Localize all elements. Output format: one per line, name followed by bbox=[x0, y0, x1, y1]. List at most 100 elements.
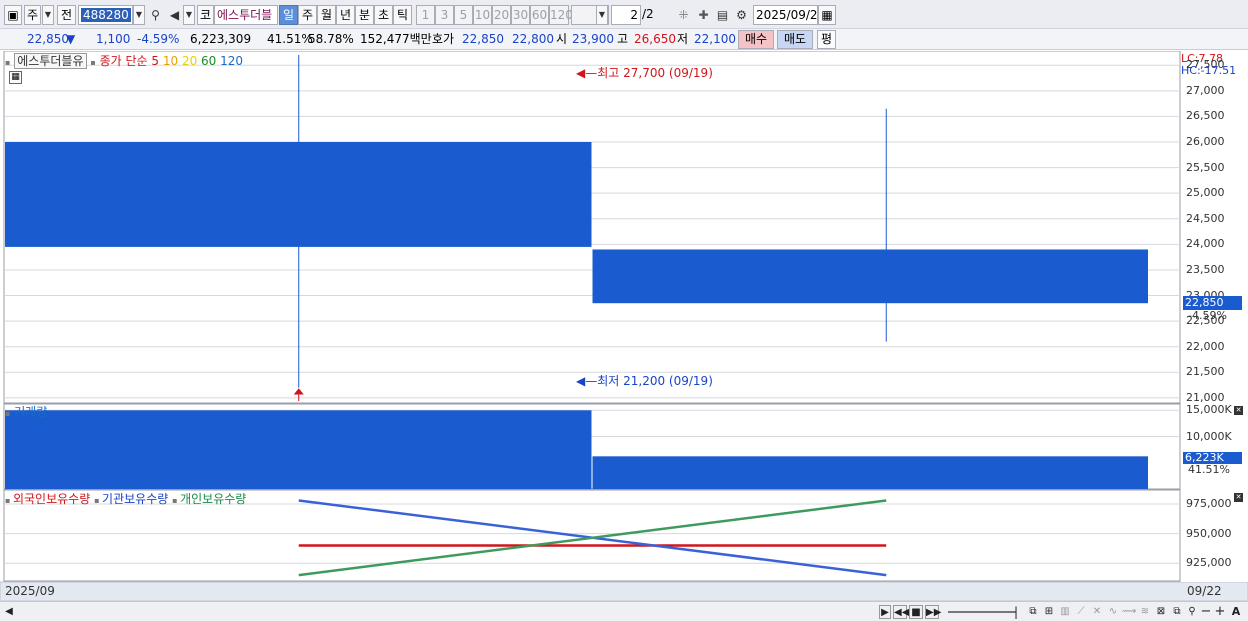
price-stock-label[interactable]: 에스투더블유 bbox=[14, 53, 87, 69]
panel-close-icon[interactable]: ✕ bbox=[1234, 493, 1243, 502]
window-menu-icon[interactable]: ▣ bbox=[4, 5, 22, 25]
market-dropdown-icon[interactable]: ▼ bbox=[42, 5, 54, 25]
period-button-4[interactable]: 분 bbox=[355, 5, 374, 25]
scroll-left-icon[interactable]: ◀ bbox=[4, 605, 14, 619]
chart-scrollbar[interactable]: ◀ ▶ ◀◀ ■ ▶▶ | ⧉ ⊞ ▥ ⟋ ✕ ∿ ⟿ ≋ ⊠ ⧉ ⚲ − + … bbox=[0, 601, 1248, 621]
price-tick-label: 22,000 bbox=[1186, 339, 1225, 353]
price-change: 1,100 bbox=[96, 32, 131, 46]
price-tick-label: 21,000 bbox=[1186, 390, 1225, 404]
chart-canvas[interactable] bbox=[0, 51, 1248, 601]
save-icon[interactable]: ▤ bbox=[714, 5, 731, 25]
text-tool-icon[interactable]: A bbox=[1230, 605, 1242, 619]
price-tick-label: 24,500 bbox=[1186, 211, 1225, 225]
interval-button-5[interactable]: 5 bbox=[454, 5, 473, 25]
speaker-icon[interactable]: ◀ bbox=[166, 5, 183, 25]
evaluate-button[interactable]: 평 bbox=[817, 30, 836, 49]
stop-icon[interactable]: ■ bbox=[909, 605, 923, 619]
panel-marker-icon: ▪ bbox=[5, 496, 13, 505]
ma-period-120[interactable]: 120 bbox=[220, 54, 243, 68]
left-arrow-icon: ◀— bbox=[576, 66, 598, 80]
open-label: 시 bbox=[556, 32, 568, 46]
code-dropdown-icon[interactable]: ▼ bbox=[133, 5, 145, 25]
settings-gear-icon[interactable]: ⚙ bbox=[733, 5, 750, 25]
layout-icon[interactable]: ⊞ bbox=[1042, 605, 1056, 619]
period-button-6[interactable]: 틱 bbox=[393, 5, 412, 25]
zoom-slider-handle[interactable]: | bbox=[1012, 605, 1020, 619]
price-tick-label: 25,000 bbox=[1186, 186, 1225, 200]
interval-button-3[interactable]: 3 bbox=[435, 5, 454, 25]
sell-button[interactable]: 매도 bbox=[777, 30, 813, 49]
lock-icon[interactable]: ⊠ bbox=[1154, 605, 1168, 619]
interval-button-20[interactable]: 20 bbox=[492, 5, 511, 25]
zoom-in-icon[interactable]: ✚ bbox=[695, 5, 712, 25]
interval-button-60[interactable]: 60 bbox=[530, 5, 549, 25]
rewind-icon[interactable]: ◀◀ bbox=[893, 605, 909, 619]
current-price: 22,850 bbox=[27, 32, 69, 46]
ma-period-60[interactable]: 60 bbox=[201, 54, 220, 68]
ma-period-20[interactable]: 20 bbox=[182, 54, 201, 68]
prev-code-button[interactable]: 전 bbox=[57, 5, 76, 25]
holdings-legend-item[interactable]: 개인보유수량 bbox=[180, 492, 246, 506]
date-input[interactable]: 2025/09/22 bbox=[753, 5, 825, 25]
max-price-annotation: ◀—최고 27,700 (09/19) bbox=[576, 66, 713, 80]
max-price-label: 최고 27,700 (09/19) bbox=[597, 66, 713, 80]
ma-label[interactable]: 종가 단순 bbox=[100, 54, 148, 68]
wave-icon[interactable]: ∿ bbox=[1106, 605, 1120, 619]
interval-button-10[interactable]: 10 bbox=[473, 5, 492, 25]
ma-period-10[interactable]: 10 bbox=[163, 54, 182, 68]
main-toolbar: ▣ 주 ▼ 전 488280 ▼ ⚲ ◀ ▼ 코 에스투더블 일주월년분초틱 1… bbox=[0, 0, 1248, 29]
trade-amount: 152,477백만 bbox=[360, 32, 432, 46]
period-button-2[interactable]: 월 bbox=[317, 5, 336, 25]
interval-button-30[interactable]: 30 bbox=[511, 5, 530, 25]
chart-area[interactable]: ▪ 에스투더블유 ▪ 종가 단순 5 10 20 60 120 ▦ ◀—최고 2… bbox=[0, 51, 1248, 601]
stock-code-input[interactable]: 488280 bbox=[78, 5, 133, 25]
panel-marker-icon: ▪ bbox=[94, 496, 103, 505]
ma-period-5[interactable]: 5 bbox=[151, 54, 162, 68]
panel-marker-icon: ▪ bbox=[5, 58, 11, 67]
crosshair-icon[interactable]: ⁜ bbox=[675, 5, 692, 25]
fan-icon[interactable]: ≋ bbox=[1138, 605, 1152, 619]
buy-button[interactable]: 매수 bbox=[738, 30, 774, 49]
magnifier-icon[interactable]: ⚲ bbox=[1186, 605, 1198, 619]
price-tick-label: 24,000 bbox=[1186, 237, 1225, 251]
bid-price: 22,800 bbox=[512, 32, 554, 46]
ask-price: 22,850 bbox=[462, 32, 504, 46]
holdings-tick-label: 975,000 bbox=[1186, 497, 1232, 511]
page-input[interactable]: 2 bbox=[611, 5, 641, 25]
fast-forward-icon[interactable]: ▶▶ bbox=[925, 605, 941, 619]
market-type-badge[interactable]: 코 bbox=[197, 5, 214, 25]
volume-tick-label: 10,000K bbox=[1186, 429, 1232, 443]
compare-icon[interactable]: ⧉ bbox=[1026, 605, 1040, 619]
measure-icon[interactable]: ⟿ bbox=[1122, 605, 1136, 619]
high-label: 고 bbox=[617, 32, 629, 46]
table-grid-icon[interactable]: ▦ bbox=[9, 71, 22, 84]
candle-body bbox=[5, 142, 592, 247]
period-button-0[interactable]: 일 bbox=[279, 5, 298, 25]
interval-button-120[interactable]: 120 bbox=[549, 5, 573, 25]
speaker-dropdown-icon[interactable]: ▼ bbox=[183, 5, 195, 25]
zoom-out-icon[interactable]: − bbox=[1200, 605, 1212, 619]
holdings-legend-item[interactable]: 기관보유수량 bbox=[102, 492, 172, 506]
calendar-icon[interactable]: ▦ bbox=[818, 5, 836, 25]
period-button-1[interactable]: 주 bbox=[298, 5, 317, 25]
cross-line-icon[interactable]: ✕ bbox=[1090, 605, 1104, 619]
interval-dropdown-icon[interactable]: ▼ bbox=[596, 5, 608, 25]
copy-icon[interactable]: ⧉ bbox=[1170, 605, 1184, 619]
volume-panel-header: ▪ 거래량 bbox=[5, 405, 47, 421]
play-icon[interactable]: ▶ bbox=[879, 605, 891, 619]
volume-value: 6,223,309 bbox=[190, 32, 252, 46]
trend-line-icon[interactable]: ⟋ bbox=[1074, 605, 1088, 619]
holdings-legend: ▪ 외국인보유수량 ▪ 기관보유수량 ▪ 개인보유수량 bbox=[5, 492, 246, 506]
panel-close-icon[interactable]: ✕ bbox=[1234, 406, 1243, 415]
period-button-5[interactable]: 초 bbox=[374, 5, 393, 25]
price-tick-label: 25,500 bbox=[1186, 160, 1225, 174]
period-button-3[interactable]: 년 bbox=[336, 5, 355, 25]
volume-label[interactable]: 거래량 bbox=[14, 405, 47, 419]
zoom-in-plus-icon[interactable]: + bbox=[1214, 605, 1226, 619]
grid-icon[interactable]: ▥ bbox=[1058, 605, 1072, 619]
holdings-legend-item[interactable]: 외국인보유수량 bbox=[13, 492, 94, 506]
market-select[interactable]: 주 bbox=[24, 5, 41, 25]
interval-button-1[interactable]: 1 bbox=[416, 5, 435, 25]
search-icon[interactable]: ⚲ bbox=[147, 5, 164, 25]
zoom-slider[interactable] bbox=[948, 611, 1016, 613]
